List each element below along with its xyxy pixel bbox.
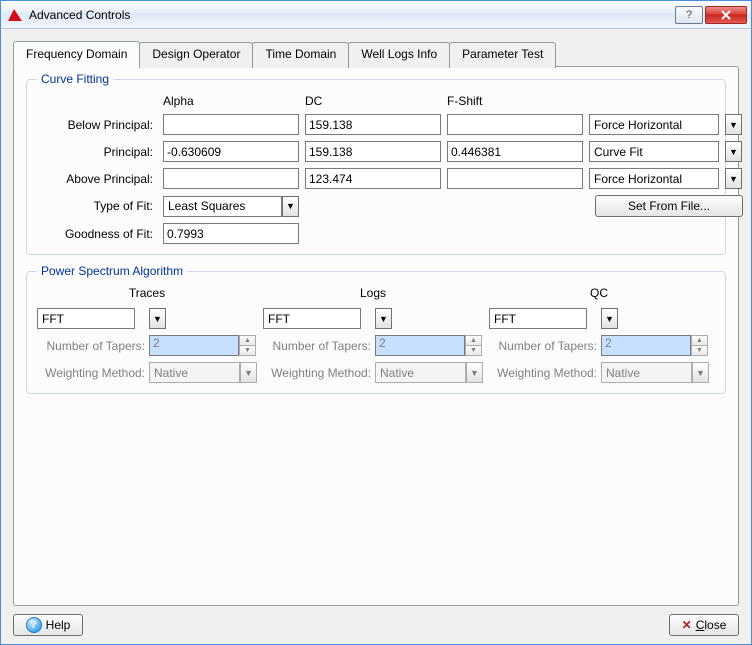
psa-header-logs: Logs [263,286,483,300]
traces-tapers-input: 2 [149,335,239,356]
footer: ? Help ✕ Close [1,606,751,644]
logs-tapers-input: 2 [375,335,465,356]
logs-weighting-select: Native [375,362,466,383]
above-mode-dropdown-icon[interactable]: ▼ [725,168,742,189]
logs-weighting-dropdown-icon: ▼ [466,362,483,383]
close-button[interactable]: ✕ Close [669,614,739,636]
qc-tapers-spin: ▲▼ [691,335,708,356]
curve-fitting-group: Curve Fitting Alpha DC F-Shift Below Pri… [26,79,726,255]
tab-design-operator[interactable]: Design Operator [139,42,253,68]
help-titlebar-button[interactable]: ? [675,6,703,24]
content-area: Frequency Domain Design Operator Time Do… [1,29,751,606]
psa-col-qc: QC FFT ▼ Number of Tapers: 2 ▲▼ Weightin… [489,286,715,383]
psa-header-traces: Traces [37,286,257,300]
tab-time-domain[interactable]: Time Domain [252,42,349,68]
label-type-of-fit: Type of Fit: [37,199,157,213]
tab-well-logs-info[interactable]: Well Logs Info [348,42,450,68]
principal-mode-dropdown-icon[interactable]: ▼ [725,141,742,162]
below-alpha-input[interactable] [163,114,299,135]
traces-algo-dropdown-icon[interactable]: ▼ [149,308,166,329]
col-header-alpha: Alpha [163,94,299,108]
help-icon: ? [26,617,42,633]
label-traces-weighting: Weighting Method: [37,366,149,380]
above-mode-select[interactable]: Force Horizontal [589,168,719,189]
label-principal: Principal: [37,145,157,159]
label-qc-tapers: Number of Tapers: [489,339,601,353]
window-title: Advanced Controls [29,8,675,22]
principal-dc-input[interactable] [305,141,441,162]
curve-fitting-legend: Curve Fitting [37,72,113,86]
qc-algo-dropdown-icon[interactable]: ▼ [601,308,618,329]
above-alpha-input[interactable] [163,168,299,189]
set-from-file-button[interactable]: Set From File... [595,195,743,217]
tab-body: Curve Fitting Alpha DC F-Shift Below Pri… [13,66,739,606]
type-of-fit-dropdown-icon[interactable]: ▼ [282,196,299,217]
col-header-fshift: F-Shift [447,94,583,108]
traces-tapers-spin: ▲▼ [239,335,256,356]
below-mode-dropdown-icon[interactable]: ▼ [725,114,742,135]
type-of-fit-select[interactable]: Least Squares [163,196,282,217]
psa-header-qc: QC [489,286,709,300]
advanced-controls-window: Advanced Controls ? Frequency Domain Des… [0,0,752,645]
goodness-input[interactable] [163,223,299,244]
logs-algo-select[interactable]: FFT [263,308,361,329]
qc-tapers-input: 2 [601,335,691,356]
below-dc-input[interactable] [305,114,441,135]
titlebar: Advanced Controls ? [1,1,751,29]
label-logs-weighting: Weighting Method: [263,366,375,380]
above-fshift-input[interactable] [447,168,583,189]
label-traces-tapers: Number of Tapers: [37,339,149,353]
psa-legend: Power Spectrum Algorithm [37,264,187,278]
above-dc-input[interactable] [305,168,441,189]
tab-frequency-domain[interactable]: Frequency Domain [13,41,140,67]
psa-col-logs: Logs FFT ▼ Number of Tapers: 2 ▲▼ Weight… [263,286,489,383]
psa-group: Power Spectrum Algorithm Traces FFT ▼ Nu… [26,271,726,394]
below-fshift-input[interactable] [447,114,583,135]
traces-algo-select[interactable]: FFT [37,308,135,329]
col-header-dc: DC [305,94,441,108]
traces-weighting-dropdown-icon: ▼ [240,362,257,383]
label-goodness: Goodness of Fit: [37,227,157,241]
tab-parameter-test[interactable]: Parameter Test [449,42,556,68]
principal-alpha-input[interactable] [163,141,299,162]
label-logs-tapers: Number of Tapers: [263,339,375,353]
tabstrip: Frequency Domain Design Operator Time Do… [13,41,739,67]
principal-mode-select[interactable]: Curve Fit [589,141,719,162]
label-above-principal: Above Principal: [37,172,157,186]
qc-weighting-select: Native [601,362,692,383]
logs-algo-dropdown-icon[interactable]: ▼ [375,308,392,329]
app-icon [7,7,23,23]
logs-tapers-spin: ▲▼ [465,335,482,356]
close-titlebar-button[interactable] [705,6,747,24]
psa-col-traces: Traces FFT ▼ Number of Tapers: 2 ▲▼ Weig… [37,286,263,383]
titlebar-buttons: ? [675,6,747,24]
close-icon: ✕ [682,618,692,632]
traces-weighting-select: Native [149,362,240,383]
qc-weighting-dropdown-icon: ▼ [692,362,709,383]
label-qc-weighting: Weighting Method: [489,366,601,380]
help-button[interactable]: ? Help [13,614,83,636]
qc-algo-select[interactable]: FFT [489,308,587,329]
below-mode-select[interactable]: Force Horizontal [589,114,719,135]
label-below-principal: Below Principal: [37,118,157,132]
principal-fshift-input[interactable] [447,141,583,162]
